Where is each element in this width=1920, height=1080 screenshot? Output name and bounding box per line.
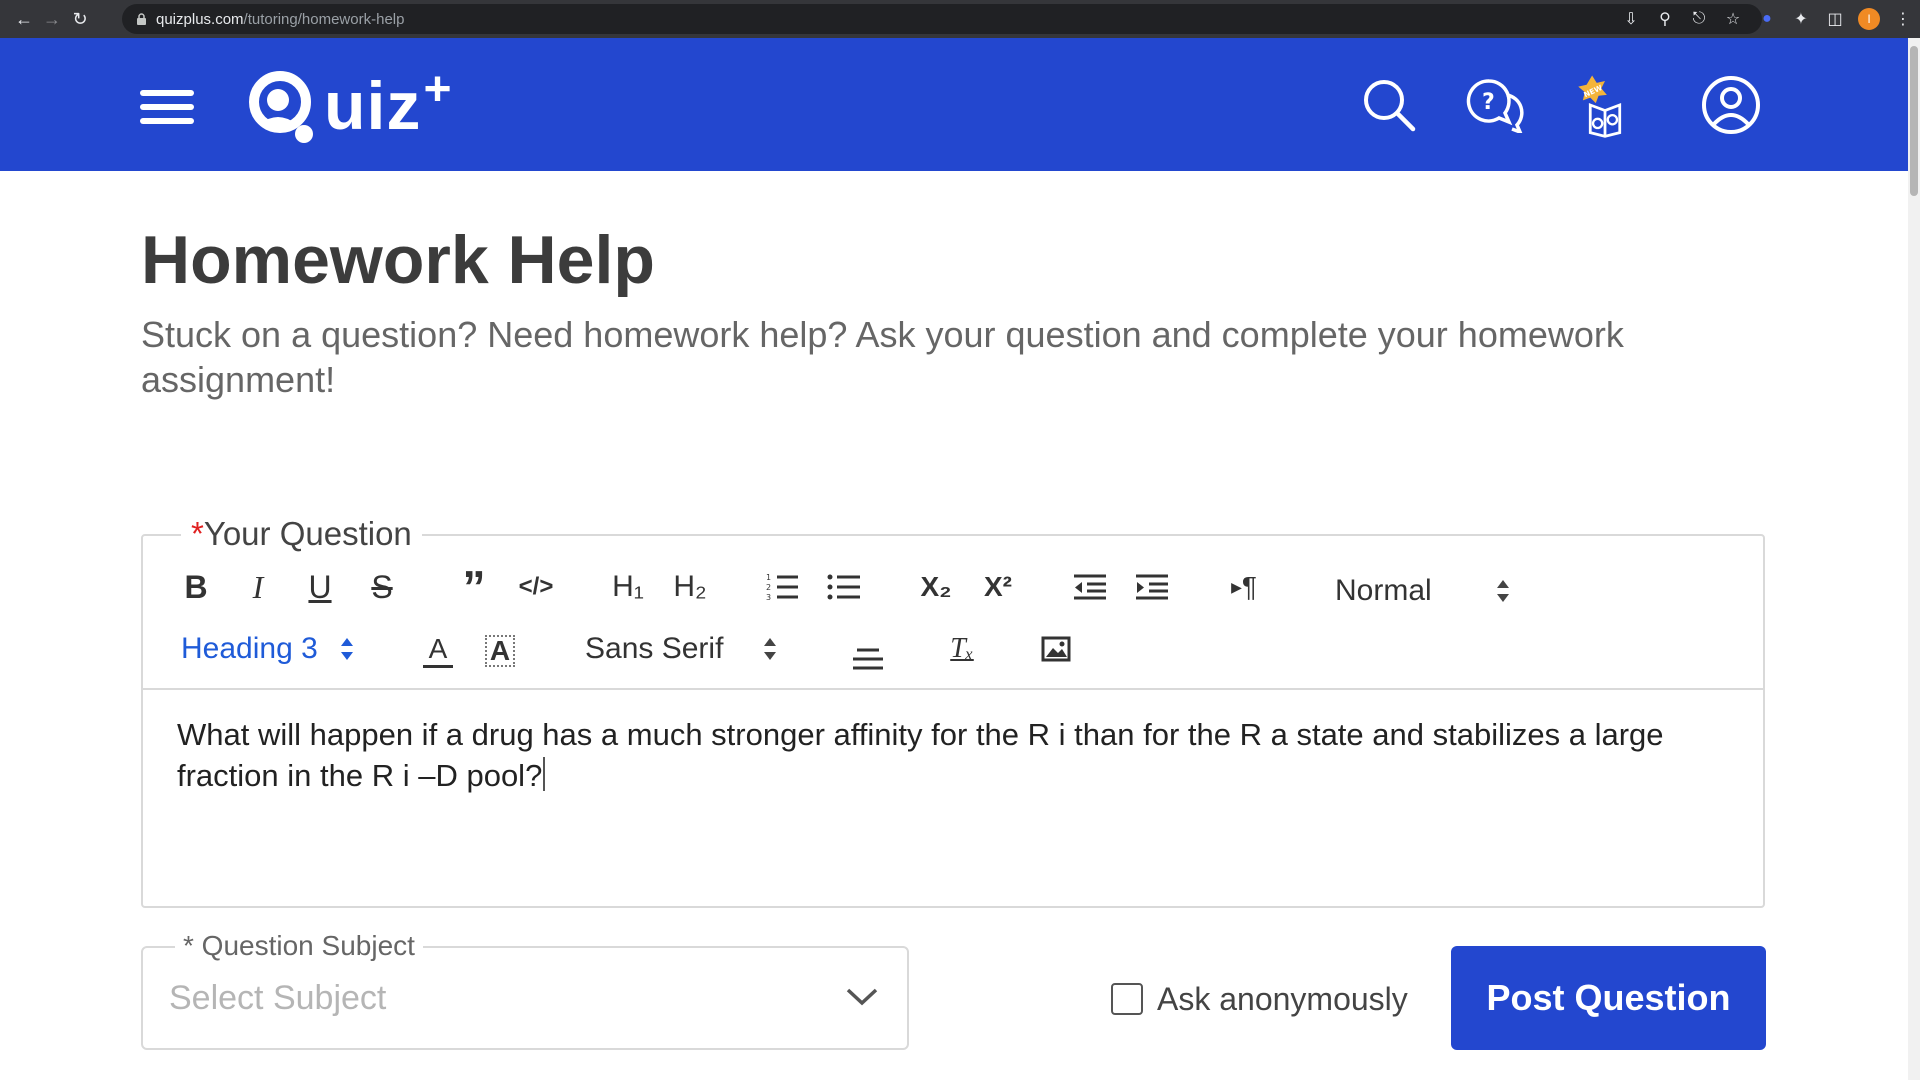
align-icon[interactable] <box>845 632 891 678</box>
editor-toolbar: B I U S ” </> H₁ H₂ 123 X₂ X² ▶ ¶ Normal … <box>143 536 1763 690</box>
underline-button[interactable]: U <box>297 564 343 610</box>
back-icon[interactable]: ← <box>10 5 38 33</box>
svg-text:?: ? <box>1482 90 1495 115</box>
subject-legend: * Question Subject <box>175 926 423 966</box>
svg-text:2: 2 <box>766 583 771 592</box>
indent-icon[interactable] <box>1129 564 1175 610</box>
install-icon[interactable]: ⇩ <box>1614 4 1648 34</box>
svg-text:1: 1 <box>766 573 771 582</box>
ask-anonymously[interactable]: Ask anonymously <box>1111 978 1408 1020</box>
strikethrough-button[interactable]: S <box>359 564 405 610</box>
background-color-button[interactable]: A <box>477 628 523 674</box>
page-title: Homework Help <box>141 222 655 298</box>
superscript-button[interactable]: X² <box>975 564 1021 610</box>
direction-arrow-icon: ▶ <box>1231 578 1242 595</box>
svg-text:3: 3 <box>766 593 771 602</box>
hamburger-menu-icon[interactable] <box>140 90 194 124</box>
reload-icon[interactable]: ↻ <box>66 5 94 33</box>
image-icon[interactable] <box>1033 626 1079 672</box>
logo-q-icon <box>249 71 313 143</box>
new-feature-book-icon[interactable]: NEW <box>1570 70 1640 140</box>
clear-format-button[interactable]: Tₓ <box>939 626 985 672</box>
extension-icon[interactable]: ● <box>1750 4 1784 34</box>
page-scrollbar[interactable] <box>1908 38 1920 1080</box>
select-arrows-icon <box>1496 578 1510 604</box>
url-text: quizplus.com/tutoring/homework-help <box>156 11 404 28</box>
header-select[interactable]: Heading 3 <box>181 626 354 672</box>
browser-actions: ⇩ ⚲ ⎋ ☆ ● ✦ ◫ I ⋮ <box>1614 4 1920 34</box>
heading2-button[interactable]: H₂ <box>667 564 713 610</box>
share-icon[interactable]: ⎋ <box>1682 4 1716 34</box>
zoom-icon[interactable]: ⚲ <box>1648 4 1682 34</box>
text-color-button[interactable]: A <box>415 628 461 674</box>
page-subtitle: Stuck on a question? Need homework help?… <box>141 314 1624 400</box>
search-icon[interactable] <box>1354 70 1424 140</box>
code-block-button[interactable]: </> <box>513 564 559 610</box>
bold-button[interactable]: B <box>173 564 219 610</box>
select-arrows-icon <box>763 636 777 662</box>
size-select-value: Normal <box>1335 574 1432 607</box>
address-bar[interactable]: quizplus.com/tutoring/homework-help <box>122 4 1762 34</box>
subject-select[interactable]: * Question Subject Select Subject <box>141 926 909 1050</box>
text-color-swatch <box>423 664 453 668</box>
bullet-list-icon[interactable] <box>821 564 867 610</box>
logo-text: uiz <box>324 68 422 144</box>
url-path: /tutoring/homework-help <box>243 10 405 28</box>
chevron-down-icon <box>846 988 878 1006</box>
lock-icon <box>134 12 148 26</box>
browser-nav: ← → ↻ <box>10 0 94 38</box>
bookmark-star-icon[interactable]: ☆ <box>1716 4 1750 34</box>
question-text-area[interactable]: What will happen if a drug has a much st… <box>177 714 1727 796</box>
size-select[interactable]: Normal <box>1335 568 1510 614</box>
font-select[interactable]: Sans Serif <box>585 626 777 672</box>
background-color-letter: A <box>484 635 516 667</box>
help-chat-icon[interactable]: ? <box>1460 70 1530 140</box>
text-caret <box>543 757 546 791</box>
site-header: uiz + ? NEW <box>0 38 1908 171</box>
profile-avatar[interactable]: I <box>1858 8 1880 30</box>
italic-button[interactable]: I <box>235 564 281 610</box>
blockquote-button[interactable]: ” <box>451 561 497 613</box>
pilcrow-label: ¶ <box>1241 571 1257 602</box>
subscript-button[interactable]: X₂ <box>913 564 959 610</box>
logo-plus: + <box>423 63 452 116</box>
browser-chrome: ← → ↻ quizplus.com/tutoring/homework-hel… <box>0 0 1920 38</box>
forward-icon[interactable]: → <box>38 5 66 33</box>
anonymous-checkbox[interactable] <box>1111 983 1143 1015</box>
url-host: quizplus.com <box>156 10 244 28</box>
puzzle-icon[interactable]: ✦ <box>1784 4 1818 34</box>
post-question-button[interactable]: Post Question <box>1451 946 1766 1050</box>
select-arrows-icon <box>340 636 354 662</box>
question-editor: *Your Question B I U S ” </> H₁ H₂ 123 X… <box>141 512 1765 908</box>
scrollbar-thumb[interactable] <box>1910 46 1918 196</box>
question-content: What will happen if a drug has a much st… <box>177 717 1664 793</box>
text-direction-button[interactable]: ▶ ¶ <box>1221 564 1267 610</box>
menu-kebab-icon[interactable]: ⋮ <box>1886 4 1920 34</box>
sidebar-icon[interactable]: ◫ <box>1818 4 1852 34</box>
anonymous-label: Ask anonymously <box>1157 980 1408 1017</box>
user-account-icon[interactable] <box>1696 70 1766 140</box>
subject-placeholder: Select Subject <box>169 979 387 1017</box>
outdent-icon[interactable] <box>1067 564 1113 610</box>
site-logo[interactable]: uiz + <box>246 66 451 146</box>
heading1-button[interactable]: H₁ <box>605 564 651 610</box>
ordered-list-icon[interactable]: 123 <box>759 564 805 610</box>
text-color-letter: A <box>428 632 448 664</box>
header-select-value: Heading 3 <box>181 632 318 665</box>
font-select-value: Sans Serif <box>585 632 724 665</box>
